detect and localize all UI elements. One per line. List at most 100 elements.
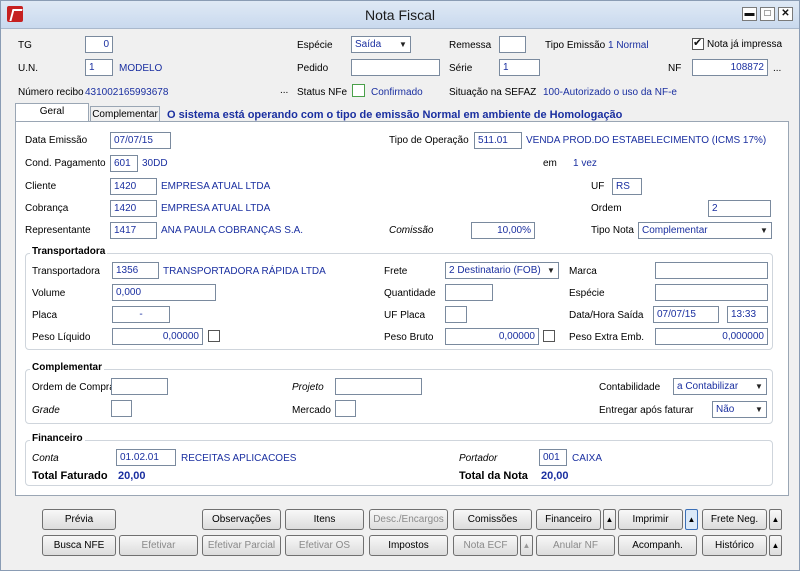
placa-input[interactable]: - xyxy=(112,306,170,323)
sefaz-value: 100-Autorizado o uso da NF-e xyxy=(543,87,677,98)
total-nota-value: 20,00 xyxy=(541,470,569,482)
entregar-select[interactable]: Não ▼ xyxy=(712,401,767,418)
peso-bruto-input[interactable]: 0,00000 xyxy=(445,328,539,345)
desc-encargos-button[interactable]: Desc./Encargos xyxy=(369,509,448,530)
tab-geral[interactable]: Geral xyxy=(15,103,89,123)
representante-input[interactable]: 1417 xyxy=(110,222,157,239)
nf-ellipsis-button[interactable]: ... xyxy=(773,63,781,74)
quantidade-input[interactable] xyxy=(445,284,493,301)
status-nfe-label: Status NFe xyxy=(297,87,348,98)
observacoes-button[interactable]: Observações xyxy=(202,509,281,530)
close-icon[interactable]: ✕ xyxy=(778,7,793,21)
efetivar-parcial-button[interactable]: Efetivar Parcial xyxy=(202,535,281,556)
especie-transp-input[interactable] xyxy=(655,284,768,301)
peso-bruto-checkbox[interactable] xyxy=(543,330,555,342)
chevron-down-icon: ▼ xyxy=(755,382,763,391)
financeiro-up-arrow-icon[interactable]: ▲ xyxy=(603,509,616,530)
hora-saida-input[interactable]: 13:33 xyxy=(727,306,768,323)
tipo-operacao-input[interactable]: 511.01 xyxy=(474,132,522,149)
un-input[interactable]: 1 xyxy=(85,59,113,76)
pedido-label: Pedido xyxy=(297,63,329,74)
financeiro-title: Financeiro xyxy=(30,433,85,444)
frete-neg-up-arrow-icon[interactable]: ▲ xyxy=(769,509,782,530)
entregar-value: Não xyxy=(716,404,735,415)
ordem-compra-label: Ordem de Compra xyxy=(32,382,115,393)
contabilidade-select[interactable]: a Contabilizar ▼ xyxy=(673,378,767,395)
em-value: 1 vez xyxy=(573,158,597,169)
pedido-input[interactable] xyxy=(351,59,440,76)
nota-ecf-button[interactable]: Nota ECF xyxy=(453,535,518,556)
uf-input[interactable]: RS xyxy=(612,178,642,195)
frete-select[interactable]: 2 Destinatario (FOB) ▼ xyxy=(445,262,559,279)
uf-placa-label: UF Placa xyxy=(384,310,426,321)
cliente-label: Cliente xyxy=(25,181,57,192)
mercado-label: Mercado xyxy=(292,405,331,416)
financeiro-button[interactable]: Financeiro xyxy=(536,509,601,530)
serie-label: Série xyxy=(449,63,473,74)
peso-extra-input[interactable]: 0,000000 xyxy=(655,328,768,345)
cliente-input[interactable]: 1420 xyxy=(110,178,157,195)
impostos-button[interactable]: Impostos xyxy=(369,535,448,556)
portador-input[interactable]: 001 xyxy=(539,449,567,466)
maximize-icon[interactable]: □ xyxy=(760,7,775,21)
especie-select[interactable]: Saída ▼ xyxy=(351,36,411,53)
grade-input[interactable] xyxy=(111,400,132,417)
frete-neg-button[interactable]: Frete Neg. xyxy=(702,509,767,530)
acompanh-button[interactable]: Acompanh. xyxy=(618,535,697,556)
chevron-down-icon: ▼ xyxy=(399,40,407,49)
cobranca-input[interactable]: 1420 xyxy=(110,200,157,217)
efetivar-os-button[interactable]: Efetivar OS xyxy=(285,535,364,556)
ordem-compra-input[interactable] xyxy=(111,378,168,395)
cond-pagamento-input[interactable]: 601 xyxy=(110,155,138,172)
uf-label: UF xyxy=(591,181,605,192)
previa-button[interactable]: Prévia xyxy=(42,509,116,530)
recibo-ellipsis-button[interactable]: ... xyxy=(280,85,288,96)
total-nota-label: Total da Nota xyxy=(459,470,528,482)
nf-input[interactable]: 108872 xyxy=(692,59,768,76)
data-saida-input[interactable]: 07/07/15 xyxy=(653,306,719,323)
homologacao-notice: O sistema está operando com o tipo de em… xyxy=(167,109,623,121)
cliente-name: EMPRESA ATUAL LTDA xyxy=(161,181,271,192)
conta-input[interactable]: 01.02.01 xyxy=(116,449,176,466)
imprimir-button[interactable]: Imprimir xyxy=(618,509,683,530)
nota-ecf-up-arrow-icon[interactable]: ▲ xyxy=(520,535,533,556)
cobranca-name: EMPRESA ATUAL LTDA xyxy=(161,203,271,214)
tipo-emissao-value: 1 Normal xyxy=(608,40,649,51)
data-emissao-label: Data Emissão xyxy=(25,135,88,146)
minimize-icon[interactable]: ▬ xyxy=(742,7,757,21)
mercado-input[interactable] xyxy=(335,400,356,417)
entregar-label: Entregar após faturar xyxy=(599,405,694,416)
comissao-input[interactable]: 10,00% xyxy=(471,222,535,239)
tipo-nota-label: Tipo Nota xyxy=(591,225,634,236)
marca-input[interactable] xyxy=(655,262,768,279)
un-label: U.N. xyxy=(18,63,38,74)
efetivar-button[interactable]: Efetivar xyxy=(119,535,198,556)
uf-placa-input[interactable] xyxy=(445,306,467,323)
anular-nf-button[interactable]: Anular NF xyxy=(536,535,615,556)
comissoes-button[interactable]: Comissões xyxy=(453,509,532,530)
portador-desc: CAIXA xyxy=(572,453,603,464)
peso-liquido-checkbox[interactable] xyxy=(208,330,220,342)
cond-pagamento-desc: 30DD xyxy=(142,158,168,169)
projeto-label: Projeto xyxy=(292,382,324,393)
marca-label: Marca xyxy=(569,266,597,277)
remessa-input[interactable] xyxy=(499,36,526,53)
itens-button[interactable]: Itens xyxy=(285,509,364,530)
tipo-nota-select[interactable]: Complementar ▼ xyxy=(638,222,772,239)
cobranca-label: Cobrança xyxy=(25,203,69,214)
historico-up-arrow-icon[interactable]: ▲ xyxy=(769,535,782,556)
imprimir-up-arrow-icon[interactable]: ▲ xyxy=(685,509,698,530)
historico-button[interactable]: Histórico xyxy=(702,535,767,556)
data-emissao-input[interactable]: 07/07/15 xyxy=(110,132,171,149)
tg-input[interactable]: 0 xyxy=(85,36,113,53)
serie-input[interactable]: 1 xyxy=(499,59,540,76)
volume-input[interactable]: 0,000 xyxy=(112,284,216,301)
busca-nfe-button[interactable]: Busca NFE xyxy=(42,535,116,556)
nota-impressa-checkbox[interactable] xyxy=(692,36,704,50)
peso-liquido-input[interactable]: 0,00000 xyxy=(112,328,203,345)
transportadora-label: Transportadora xyxy=(32,266,100,277)
quantidade-label: Quantidade xyxy=(384,288,436,299)
projeto-input[interactable] xyxy=(335,378,422,395)
ordem-input[interactable]: 2 xyxy=(708,200,771,217)
transportadora-input[interactable]: 1356 xyxy=(112,262,159,279)
